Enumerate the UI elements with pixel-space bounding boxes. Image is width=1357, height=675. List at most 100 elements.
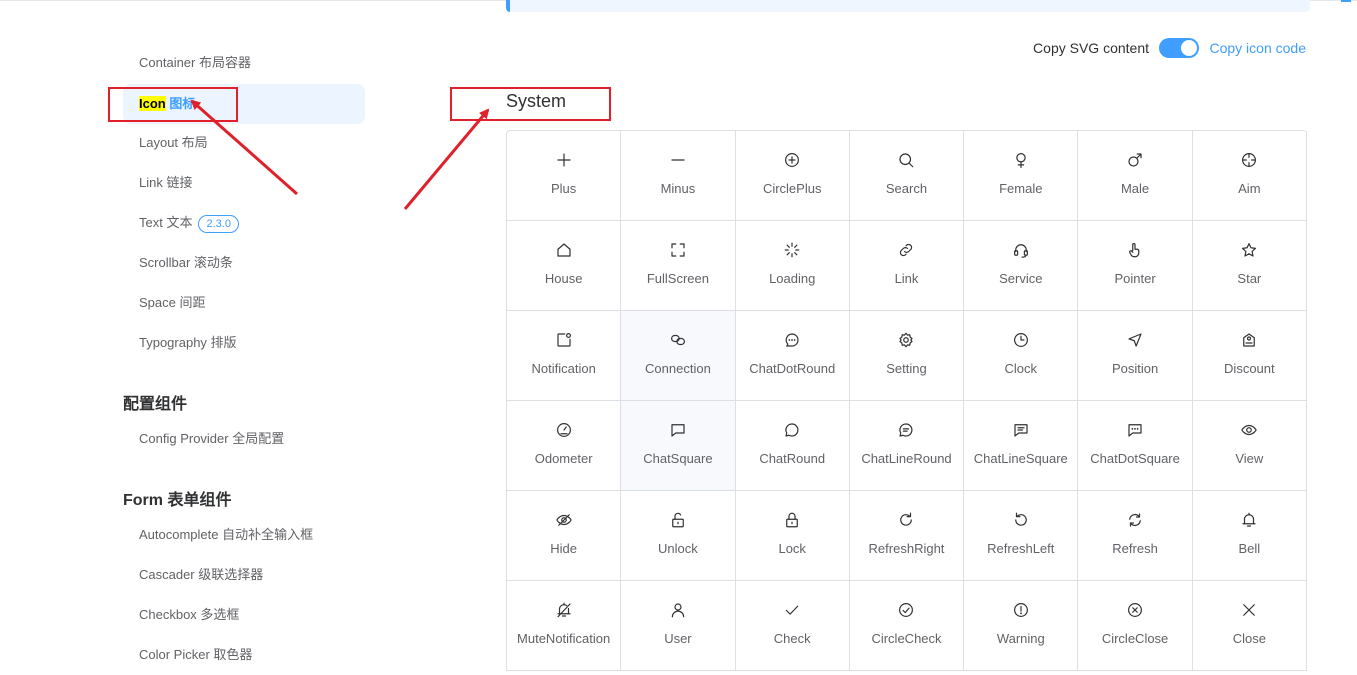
refresh-left-icon bbox=[1012, 511, 1030, 529]
toggle-knob bbox=[1181, 40, 1197, 56]
sidebar-item-label: Space 间距 bbox=[139, 295, 206, 310]
icon-cell-connection[interactable]: Connection bbox=[621, 311, 736, 401]
icon-cell-user[interactable]: User bbox=[621, 581, 736, 671]
icon-label: Female bbox=[999, 181, 1043, 196]
icon-cell-chatlineround[interactable]: ChatLineRound bbox=[849, 401, 965, 491]
icon-cell-odometer[interactable]: Odometer bbox=[507, 401, 622, 491]
sidebar-item-scrollbar[interactable]: Scrollbar 滚动条 bbox=[123, 243, 365, 283]
circle-check-icon bbox=[897, 601, 915, 619]
icon-cell-discount[interactable]: Discount bbox=[1192, 311, 1307, 401]
sidebar-item-config-provider[interactable]: Config Provider 全局配置 bbox=[123, 419, 365, 459]
icon-label: Bell bbox=[1238, 541, 1261, 556]
icon-cell-chatdotsquare[interactable]: ChatDotSquare bbox=[1078, 401, 1193, 491]
notification-icon bbox=[555, 331, 573, 349]
icon-label: Connection bbox=[645, 361, 711, 376]
copy-options-bar: Copy SVG content Copy icon code bbox=[1000, 36, 1306, 60]
sidebar-item-color-picker[interactable]: Color Picker 取色器 bbox=[123, 635, 365, 675]
icon-label: Search bbox=[885, 181, 928, 196]
icon-cell-chatdotround[interactable]: ChatDotRound bbox=[735, 311, 850, 401]
sidebar-item-link[interactable]: Link 链接 bbox=[123, 163, 365, 203]
icon-cell-close[interactable]: Close bbox=[1192, 581, 1307, 671]
chat-line-round-icon bbox=[897, 421, 915, 439]
pointer-icon bbox=[1126, 241, 1144, 259]
sidebar-item-label: Cascader 级联选择器 bbox=[139, 567, 264, 582]
icon-label: ChatSquare bbox=[643, 451, 713, 466]
page-scrollbar[interactable] bbox=[1341, 0, 1357, 668]
icon-cell-position[interactable]: Position bbox=[1078, 311, 1193, 401]
sidebar-group-form: Form 表单组件 bbox=[123, 492, 232, 509]
icon-cell-link[interactable]: Link bbox=[849, 221, 965, 311]
clock-icon bbox=[1012, 331, 1030, 349]
icon-cell-chatsquare[interactable]: ChatSquare bbox=[621, 401, 736, 491]
loading-icon bbox=[783, 241, 801, 259]
icon-cell-loading[interactable]: Loading bbox=[735, 221, 850, 311]
icon-cell-plus[interactable]: Plus bbox=[507, 131, 622, 221]
view-icon bbox=[1240, 421, 1258, 439]
icon-cell-bell[interactable]: Bell bbox=[1192, 491, 1307, 581]
icon-cell-hide[interactable]: Hide bbox=[507, 491, 622, 581]
sidebar-item-layout[interactable]: Layout 布局 bbox=[123, 123, 365, 163]
copy-mode-toggle[interactable] bbox=[1159, 38, 1199, 58]
icon-cell-setting[interactable]: Setting bbox=[849, 311, 965, 401]
icon-cell-circleclose[interactable]: CircleClose bbox=[1078, 581, 1193, 671]
icon-label: User bbox=[664, 631, 692, 646]
icon-label: RefreshLeft bbox=[987, 541, 1055, 556]
icon-cell-fullscreen[interactable]: FullScreen bbox=[621, 221, 736, 311]
icon-label: CircleCheck bbox=[871, 631, 942, 646]
star-icon bbox=[1240, 241, 1258, 259]
icon-cell-aim[interactable]: Aim bbox=[1192, 131, 1307, 221]
icon-cell-clock[interactable]: Clock bbox=[964, 311, 1079, 401]
icon-label: CircleClose bbox=[1101, 631, 1169, 646]
icon-cell-unlock[interactable]: Unlock bbox=[621, 491, 736, 581]
icon-label: ChatDotRound bbox=[749, 361, 836, 376]
icon-cell-house[interactable]: House bbox=[507, 221, 622, 311]
icon-cell-pointer[interactable]: Pointer bbox=[1078, 221, 1193, 311]
icon-cell-male[interactable]: Male bbox=[1078, 131, 1193, 221]
icon-label: ChatDotSquare bbox=[1090, 451, 1180, 466]
icon-label: House bbox=[544, 271, 583, 286]
icon-cell-view[interactable]: View bbox=[1192, 401, 1307, 491]
sidebar-item-text[interactable]: Text 文本 2.3.0 bbox=[123, 203, 365, 243]
scrollbar-thumb[interactable] bbox=[1341, 0, 1351, 2]
icon-cell-refreshright[interactable]: RefreshRight bbox=[849, 491, 965, 581]
icon-cell-chatlinesquare[interactable]: ChatLineSquare bbox=[964, 401, 1079, 491]
icon-label: Minus bbox=[660, 181, 696, 196]
sidebar-item-container[interactable]: Container 布局容器 bbox=[123, 43, 365, 83]
sidebar-item-space[interactable]: Space 间距 bbox=[123, 283, 365, 323]
icon-cell-lock[interactable]: Lock bbox=[735, 491, 850, 581]
warning-icon bbox=[1012, 601, 1030, 619]
sidebar-item-label: Link 链接 bbox=[139, 175, 193, 190]
icon-cell-search[interactable]: Search bbox=[849, 131, 965, 221]
sidebar-item-cascader[interactable]: Cascader 级联选择器 bbox=[123, 555, 365, 595]
sidebar-item-label: Config Provider 全局配置 bbox=[139, 431, 285, 446]
icon-cell-warning[interactable]: Warning bbox=[964, 581, 1079, 671]
icon-cell-refreshleft[interactable]: RefreshLeft bbox=[964, 491, 1079, 581]
sidebar-item-label: Scrollbar 滚动条 bbox=[139, 255, 233, 270]
copy-svg-label[interactable]: Copy SVG content bbox=[1033, 40, 1149, 56]
icon-cell-service[interactable]: Service bbox=[964, 221, 1079, 311]
icon-label: Setting bbox=[886, 361, 927, 376]
annotation-arrow-section bbox=[403, 108, 490, 210]
icon-label: Service bbox=[999, 271, 1043, 286]
icon-cell-mutenotification[interactable]: MuteNotification bbox=[507, 581, 622, 671]
icon-cell-check[interactable]: Check bbox=[735, 581, 850, 671]
icon-label: ChatRound bbox=[759, 451, 826, 466]
copy-code-label[interactable]: Copy icon code bbox=[1209, 40, 1306, 56]
icon-cell-circleplus[interactable]: CirclePlus bbox=[735, 131, 850, 221]
icon-cell-refresh[interactable]: Refresh bbox=[1078, 491, 1193, 581]
icon-cell-female[interactable]: Female bbox=[964, 131, 1079, 221]
icon-cell-minus[interactable]: Minus bbox=[621, 131, 736, 221]
icon-label: Odometer bbox=[534, 451, 593, 466]
icon-cell-chatround[interactable]: ChatRound bbox=[735, 401, 850, 491]
icon-label: ChatLineRound bbox=[861, 451, 952, 466]
icon-label: Lock bbox=[778, 541, 806, 556]
icon-cell-circlecheck[interactable]: CircleCheck bbox=[849, 581, 965, 671]
icon-label: Unlock bbox=[658, 541, 698, 556]
icon-label: ChatLineSquare bbox=[973, 451, 1068, 466]
sidebar-item-autocomplete[interactable]: Autocomplete 自动补全输入框 bbox=[123, 515, 365, 555]
icon-cell-notification[interactable]: Notification bbox=[507, 311, 622, 401]
icon-cell-star[interactable]: Star bbox=[1192, 221, 1307, 311]
sidebar-item-checkbox[interactable]: Checkbox 多选框 bbox=[123, 595, 365, 635]
version-badge: 2.3.0 bbox=[198, 214, 239, 233]
sidebar-item-typography[interactable]: Typography 排版 bbox=[123, 323, 365, 363]
